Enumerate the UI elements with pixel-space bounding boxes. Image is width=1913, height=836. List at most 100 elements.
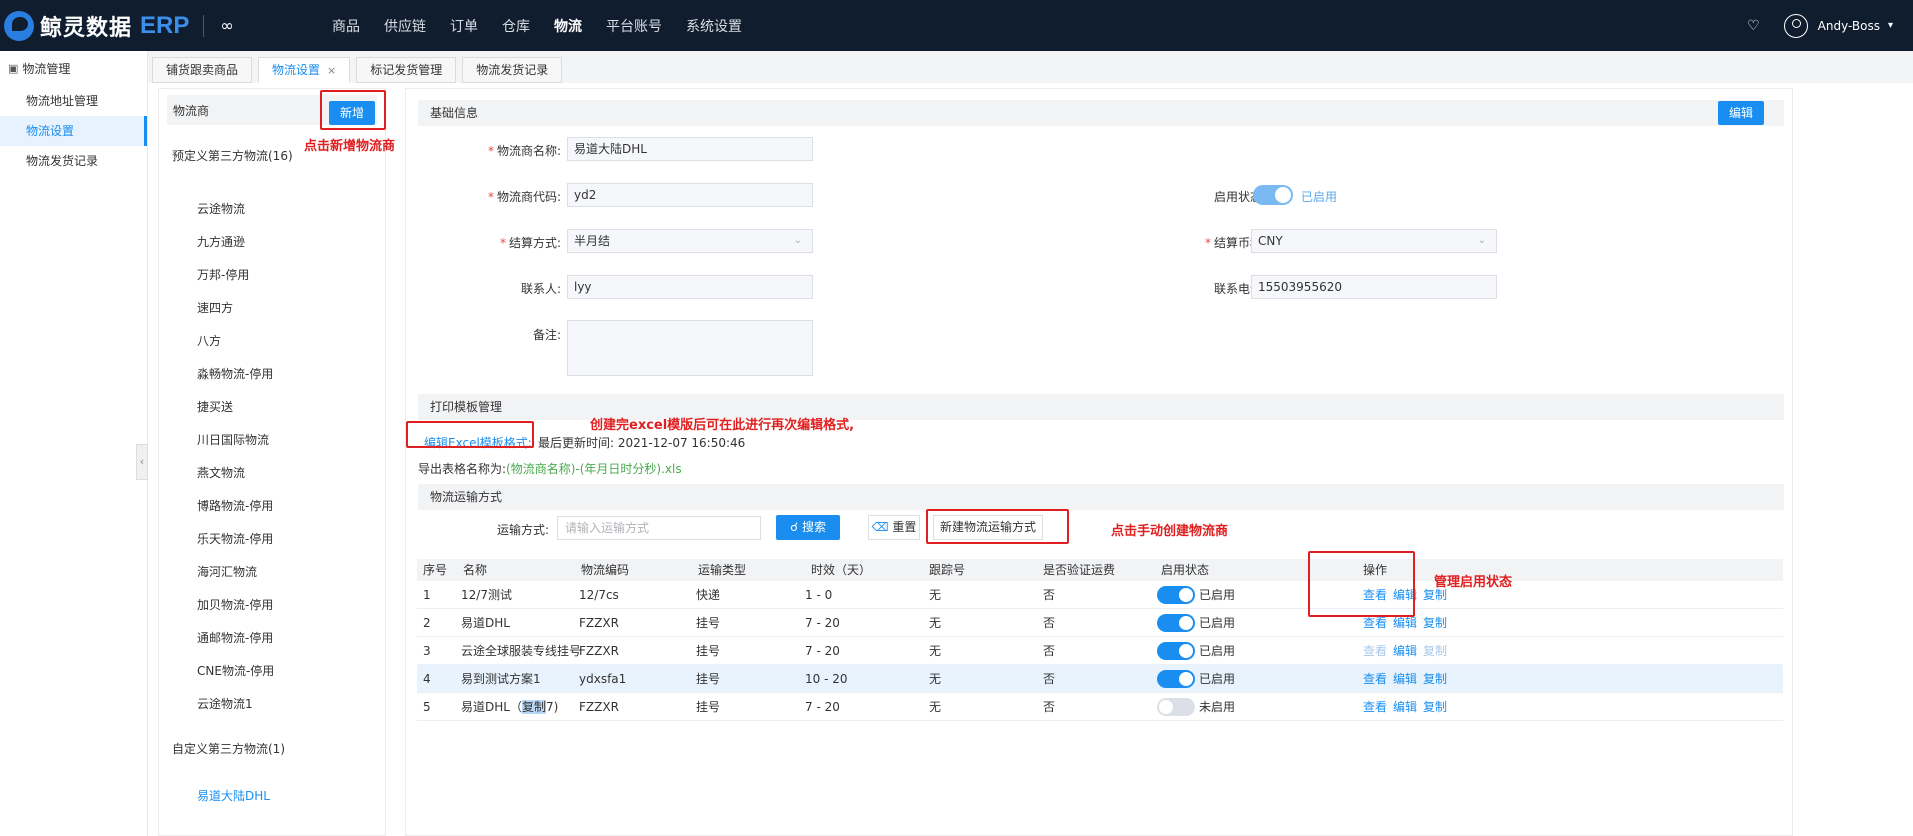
copy-link[interactable]: 复制 [1423,588,1447,602]
provider-list-item[interactable]: 博路物流-停用 [197,490,274,523]
provider-list-item[interactable]: 捷买送 [197,391,274,424]
brand-divider [203,14,205,37]
row-days: 7 - 20 [805,700,840,714]
menu-item-supply-chain[interactable]: 供应链 [384,16,426,36]
row-type: 挂号 [696,616,721,630]
provider-list-item[interactable]: 八方 [197,325,274,358]
tab-shipping-records[interactable]: 物流发货记录 [462,57,563,83]
row-code: ydxsfa1 [579,672,627,686]
tab-logistics-settings[interactable]: 物流设置 × [258,57,351,83]
shipping-methods-table: 序号 名称 物流编码 运输类型 时效（天） 跟踪号 是否验证运费 启用状态 操作 1 12/7测试… [417,559,1783,721]
row-index: 2 [423,616,431,630]
sidebar-item-logistics-settings[interactable]: 物流设置 [0,116,147,146]
view-link[interactable]: 查看 [1363,644,1387,658]
view-link[interactable]: 查看 [1363,616,1387,630]
view-link[interactable]: 查看 [1363,700,1387,714]
row-name: 易道DHL（复制7) [461,700,559,714]
currency-select[interactable]: CNY ⌄ [1251,229,1497,253]
custom-group-title[interactable]: 自定义第三方物流(1) [172,740,285,757]
annotation-box-excel [406,421,534,448]
provider-list-item[interactable]: 燕文物流 [197,457,274,490]
row-index: 4 [423,672,431,686]
truck-icon: ▣ [8,62,19,75]
row-index: 5 [423,700,431,714]
view-link[interactable]: 查看 [1363,672,1387,686]
avatar[interactable] [1783,13,1808,38]
search-button[interactable]: ☌ 搜索 [776,515,840,540]
status-toggle[interactable] [1157,698,1195,716]
status-toggle[interactable] [1253,185,1293,205]
copy-link[interactable]: 复制 [1423,616,1447,630]
edit-link[interactable]: 编辑 [1393,672,1417,686]
edit-link[interactable]: 编辑 [1393,644,1417,658]
table-row[interactable]: 2 易道DHL FZZXR 挂号 7 - 20 无 否 已启用 查看 编辑 复制 [417,609,1783,637]
provider-list-item[interactable]: 川日国际物流 [197,424,274,457]
row-status-text: 已启用 [1199,616,1236,630]
provider-list-item[interactable]: 淼畅物流-停用 [197,358,274,391]
menu-item-orders[interactable]: 订单 [450,16,478,36]
annotation-create-hint: 点击手动创建物流商 [1111,524,1229,539]
sidebar-header[interactable]: ▣ 物流管理 [0,51,147,86]
tab-listing-goods[interactable]: 铺货跟卖商品 [152,57,253,83]
copy-link[interactable]: 复制 [1423,700,1447,714]
provider-list-item[interactable]: 乐天物流-停用 [197,523,274,556]
brand[interactable]: 鲸灵数据 ERP ∞ [0,0,234,51]
menu-item-platform-accounts[interactable]: 平台账号 [606,16,662,36]
username[interactable]: Andy-Boss [1818,19,1880,33]
sidebar-item-address[interactable]: 物流地址管理 [0,86,147,116]
menu-item-logistics[interactable]: 物流 [554,16,582,36]
apps-icon[interactable]: ∞ [220,16,233,35]
status-toggle[interactable] [1157,586,1195,604]
copy-link[interactable]: 复制 [1423,672,1447,686]
sidebar-item-shipping-records[interactable]: 物流发货记录 [0,146,147,176]
provider-list-item[interactable]: 通邮物流-停用 [197,622,274,655]
table-row[interactable]: 3 云途全球服装专线挂号 FZZXR 挂号 7 - 20 无 否 已启用 查看 编辑 复制 [417,637,1783,665]
reset-button[interactable]: ⌫ 重置 [868,515,920,540]
provider-name-label: * 物流商名称: [487,144,561,158]
provider-list-item[interactable]: 云途物流 [197,193,274,226]
edit-button[interactable]: 编辑 [1718,101,1764,125]
provider-list-item[interactable]: 加贝物流-停用 [197,589,274,622]
provider-list-item[interactable]: 九方通逊 [197,226,274,259]
status-toggle[interactable] [1157,670,1195,688]
row-verify: 否 [1043,700,1056,714]
tab-mark-shipping[interactable]: 标记发货管理 [356,57,457,83]
provider-code-field[interactable]: yd2 [567,183,813,207]
copy-link[interactable]: 复制 [1423,644,1447,658]
contact-field[interactable]: lyy [567,275,813,299]
menu-item-system-settings[interactable]: 系统设置 [686,16,742,36]
row-tracking: 无 [929,644,942,658]
provider-list-item[interactable]: CNE物流-停用 [197,655,274,688]
provider-list-item[interactable]: 万邦-停用 [197,259,274,292]
edit-link[interactable]: 编辑 [1393,700,1417,714]
whale-logo-icon [4,10,34,41]
table-row[interactable]: 4 易到测试方案1 ydxsfa1 挂号 10 - 20 无 否 已启用 查看 编辑 复制 [417,665,1783,693]
menu-item-goods[interactable]: 商品 [332,16,360,36]
table-row[interactable]: 1 12/7测试 12/7cs 快递 1 - 0 无否已启用 查看 编辑 复制 [417,581,1783,609]
table-row[interactable]: 5 易道DHL（复制7) FZZXR 挂号 7 - 20 无 否 未启用 查看 编辑 复制 [417,693,1783,721]
row-name: 易道DHL [461,616,510,630]
phone-field[interactable]: 15503955620 [1251,275,1497,299]
provider-name-field[interactable]: 易道大陆DHL [567,137,813,161]
status-toggle[interactable] [1157,642,1195,660]
settlement-select[interactable]: 半月结 ⌄ [567,229,813,253]
provider-list-item[interactable]: 云途物流1 [197,688,274,721]
provider-list-item[interactable]: 海河汇物流 [197,556,274,589]
remark-textarea[interactable] [567,320,813,376]
contact-label: 联系人: [520,282,561,296]
close-icon[interactable]: × [327,64,336,77]
shipping-method-search-input[interactable]: 请输入运输方式 [557,516,761,540]
provider-list-item[interactable]: 速四方 [197,292,274,325]
predefined-group-title[interactable]: 预定义第三方物流(16) [172,147,293,164]
collapse-sidebar-icon[interactable]: ‹ [136,444,148,480]
row-verify: 否 [1043,588,1056,602]
edit-link[interactable]: 编辑 [1393,616,1417,630]
custom-provider-item[interactable]: 易道大陆DHL [197,787,270,804]
top-navbar: 鲸灵数据 ERP ∞ 商品 供应链 订单 仓库 物流 平台账号 系统设置 ♡ A… [0,0,1913,51]
row-code: FZZXR [579,616,619,630]
menu-item-warehouse[interactable]: 仓库 [502,16,530,36]
status-toggle[interactable] [1157,614,1195,632]
brand-erp: ERP [140,11,190,39]
chevron-down-icon[interactable]: ▾ [1888,20,1893,31]
bell-icon[interactable]: ♡ [1747,18,1760,34]
